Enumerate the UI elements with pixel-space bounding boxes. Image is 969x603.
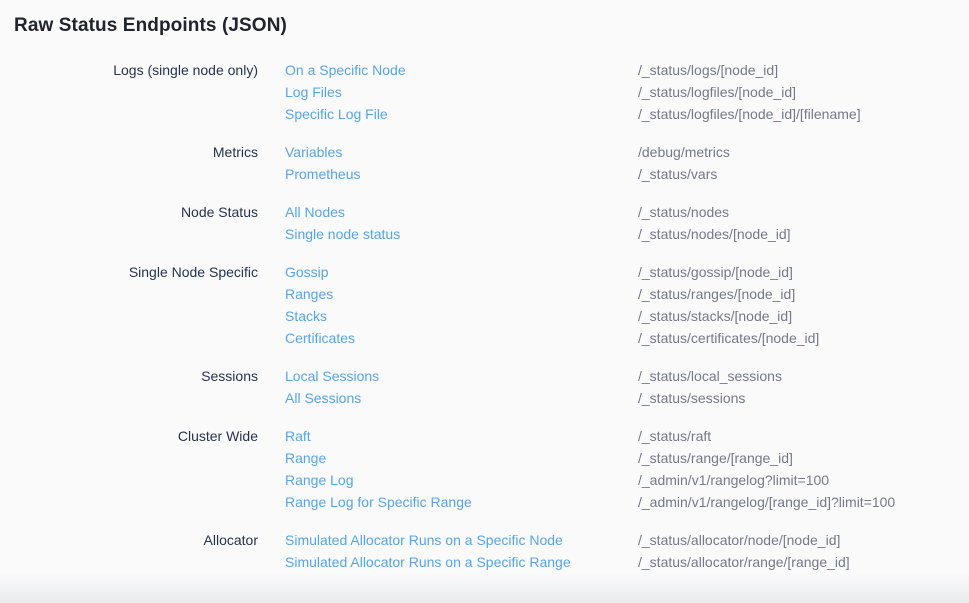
- endpoint-row: All Nodes/_status/nodes: [285, 201, 969, 223]
- endpoint-row: Variables/debug/metrics: [285, 141, 969, 163]
- category-label: Single Node Specific: [14, 261, 258, 283]
- raw-status-endpoints-page: { "page": { "title": "Raw Status Endpoin…: [0, 0, 969, 603]
- endpoint-link[interactable]: All Nodes: [285, 201, 638, 223]
- page-title: Raw Status Endpoints (JSON): [14, 14, 969, 38]
- endpoint-group: Cluster Wide Raft/_status/raftRange/_stat…: [14, 425, 969, 513]
- endpoint-link[interactable]: Stacks: [285, 305, 638, 327]
- endpoint-row: Local Sessions/_status/local_sessions: [285, 365, 969, 387]
- endpoint-link[interactable]: Specific Log File: [285, 103, 638, 125]
- category-label: Node Status: [14, 201, 258, 223]
- endpoint-link[interactable]: All Sessions: [285, 387, 638, 409]
- endpoint-row: Ranges/_status/ranges/[node_id]: [285, 283, 969, 305]
- endpoint-path: /_status/logs/[node_id]: [638, 59, 778, 81]
- endpoint-row: Range Log/_admin/v1/rangelog?limit=100: [285, 469, 969, 491]
- endpoint-path: /_status/logfiles/[node_id]: [638, 81, 796, 103]
- category-label: Metrics: [14, 141, 258, 163]
- endpoint-rows: On a Specific Node/_status/logs/[node_id…: [285, 59, 969, 125]
- endpoint-link[interactable]: Simulated Allocator Runs on a Specific N…: [285, 529, 638, 551]
- endpoint-row: Simulated Allocator Runs on a Specific R…: [285, 551, 969, 573]
- endpoint-link[interactable]: Range Log for Specific Range: [285, 491, 638, 513]
- endpoint-rows: Raft/_status/raftRange/_status/range/[ra…: [285, 425, 969, 513]
- endpoint-row: All Sessions/_status/sessions: [285, 387, 969, 409]
- endpoint-rows: All Nodes/_status/nodesSingle node statu…: [285, 201, 969, 245]
- endpoint-path: /debug/metrics: [638, 141, 730, 163]
- endpoint-path: /_status/allocator/node/[node_id]: [638, 529, 840, 551]
- endpoint-path: /_status/raft: [638, 425, 711, 447]
- endpoint-group: Single Node Specific Gossip/_status/gossi…: [14, 261, 969, 349]
- endpoint-group: Allocator Simulated Allocator Runs on a S…: [14, 529, 969, 573]
- endpoint-link[interactable]: Simulated Allocator Runs on a Specific R…: [285, 551, 638, 573]
- endpoint-link[interactable]: Ranges: [285, 283, 638, 305]
- endpoint-path: /_status/gossip/[node_id]: [638, 261, 793, 283]
- endpoint-path: /_status/range/[range_id]: [638, 447, 793, 469]
- endpoint-groups: Logs (single node only) On a Specific Nod…: [14, 59, 969, 573]
- endpoint-link[interactable]: On a Specific Node: [285, 59, 638, 81]
- bottom-fade: [0, 573, 969, 603]
- endpoint-rows: Variables/debug/metricsPrometheus/_statu…: [285, 141, 969, 185]
- endpoint-path: /_status/ranges/[node_id]: [638, 283, 795, 305]
- endpoint-path: /_status/vars: [638, 163, 717, 185]
- endpoint-path: /_status/nodes: [638, 201, 729, 223]
- endpoint-path: /_admin/v1/rangelog?limit=100: [638, 469, 829, 491]
- category-label: Allocator: [14, 529, 258, 551]
- endpoint-row: Certificates/_status/certificates/[node_…: [285, 327, 969, 349]
- endpoint-path: /_admin/v1/rangelog/[range_id]?limit=100: [638, 491, 895, 513]
- endpoint-link[interactable]: Prometheus: [285, 163, 638, 185]
- endpoint-link[interactable]: Range Log: [285, 469, 638, 491]
- endpoint-link[interactable]: Gossip: [285, 261, 638, 283]
- endpoint-row: Stacks/_status/stacks/[node_id]: [285, 305, 969, 327]
- endpoint-row: Raft/_status/raft: [285, 425, 969, 447]
- endpoint-path: /_status/sessions: [638, 387, 745, 409]
- endpoint-link[interactable]: Range: [285, 447, 638, 469]
- endpoint-link[interactable]: Local Sessions: [285, 365, 638, 387]
- endpoint-rows: Simulated Allocator Runs on a Specific N…: [285, 529, 969, 573]
- endpoint-link[interactable]: Single node status: [285, 223, 638, 245]
- endpoint-row: Log Files/_status/logfiles/[node_id]: [285, 81, 969, 103]
- endpoint-group: Logs (single node only) On a Specific Nod…: [14, 59, 969, 125]
- endpoint-path: /_status/logfiles/[node_id]/[filename]: [638, 103, 861, 125]
- endpoint-rows: Local Sessions/_status/local_sessionsAll…: [285, 365, 969, 409]
- endpoint-path: /_status/stacks/[node_id]: [638, 305, 792, 327]
- category-label: Logs (single node only): [14, 59, 258, 81]
- endpoint-link[interactable]: Variables: [285, 141, 638, 163]
- category-label: Cluster Wide: [14, 425, 258, 447]
- endpoint-path: /_status/certificates/[node_id]: [638, 327, 819, 349]
- endpoint-row: Range/_status/range/[range_id]: [285, 447, 969, 469]
- endpoint-row: Gossip/_status/gossip/[node_id]: [285, 261, 969, 283]
- endpoint-group: Node Status All Nodes/_status/nodesSingle…: [14, 201, 969, 245]
- endpoint-row: Simulated Allocator Runs on a Specific N…: [285, 529, 969, 551]
- endpoint-row: Range Log for Specific Range/_admin/v1/r…: [285, 491, 969, 513]
- endpoint-link[interactable]: Raft: [285, 425, 638, 447]
- endpoint-row: Single node status/_status/nodes/[node_i…: [285, 223, 969, 245]
- endpoint-group: Metrics Variables/debug/metricsPrometheus…: [14, 141, 969, 185]
- endpoint-path: /_status/nodes/[node_id]: [638, 223, 791, 245]
- category-label: Sessions: [14, 365, 258, 387]
- endpoint-link[interactable]: Log Files: [285, 81, 638, 103]
- endpoint-group: Sessions Local Sessions/_status/local_ses…: [14, 365, 969, 409]
- endpoint-path: /_status/local_sessions: [638, 365, 782, 387]
- endpoint-row: On a Specific Node/_status/logs/[node_id…: [285, 59, 969, 81]
- endpoint-rows: Gossip/_status/gossip/[node_id]Ranges/_s…: [285, 261, 969, 349]
- endpoint-path: /_status/allocator/range/[range_id]: [638, 551, 850, 573]
- endpoint-row: Prometheus/_status/vars: [285, 163, 969, 185]
- endpoint-row: Specific Log File/_status/logfiles/[node…: [285, 103, 969, 125]
- page-content: Raw Status Endpoints (JSON) Logs (single…: [0, 0, 969, 573]
- endpoint-link[interactable]: Certificates: [285, 327, 638, 349]
